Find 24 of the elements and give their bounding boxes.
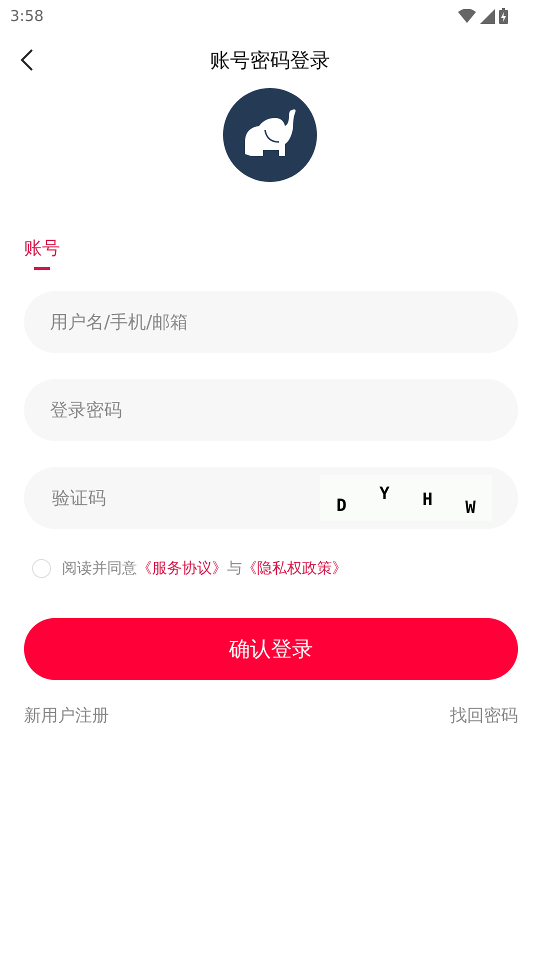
username-field[interactable]: 用户名/手机/邮箱 — [24, 291, 518, 353]
agreement-joiner: 与 — [227, 559, 242, 578]
captcha-letter: D — [336, 496, 347, 516]
signal-icon — [480, 8, 495, 24]
captcha-letter: Y — [379, 484, 390, 504]
register-link[interactable]: 新用户注册 — [24, 704, 109, 727]
agree-checkbox[interactable] — [32, 559, 51, 578]
captcha-field[interactable]: 验证码 D Y H W — [24, 467, 518, 529]
password-field[interactable]: 登录密码 — [24, 379, 518, 441]
privacy-policy-link[interactable]: 《隐私权政策》 — [242, 559, 347, 578]
page-title: 账号密码登录 — [210, 46, 330, 74]
captcha-letter: H — [422, 490, 433, 510]
captcha-letter: W — [465, 498, 476, 518]
battery-icon — [499, 8, 508, 24]
login-button[interactable]: 确认登录 — [24, 618, 518, 680]
service-agreement-link[interactable]: 《服务协议》 — [137, 559, 227, 578]
captcha-image[interactable]: D Y H W — [320, 475, 492, 521]
back-icon[interactable] — [20, 48, 34, 72]
wifi-icon — [458, 9, 476, 23]
status-time: 3:58 — [10, 7, 44, 25]
agreement-text: 阅读并同意 — [62, 559, 137, 578]
captcha-input[interactable]: 验证码 — [50, 486, 320, 510]
recover-password-link[interactable]: 找回密码 — [450, 704, 518, 727]
elephant-logo-icon — [223, 88, 317, 182]
